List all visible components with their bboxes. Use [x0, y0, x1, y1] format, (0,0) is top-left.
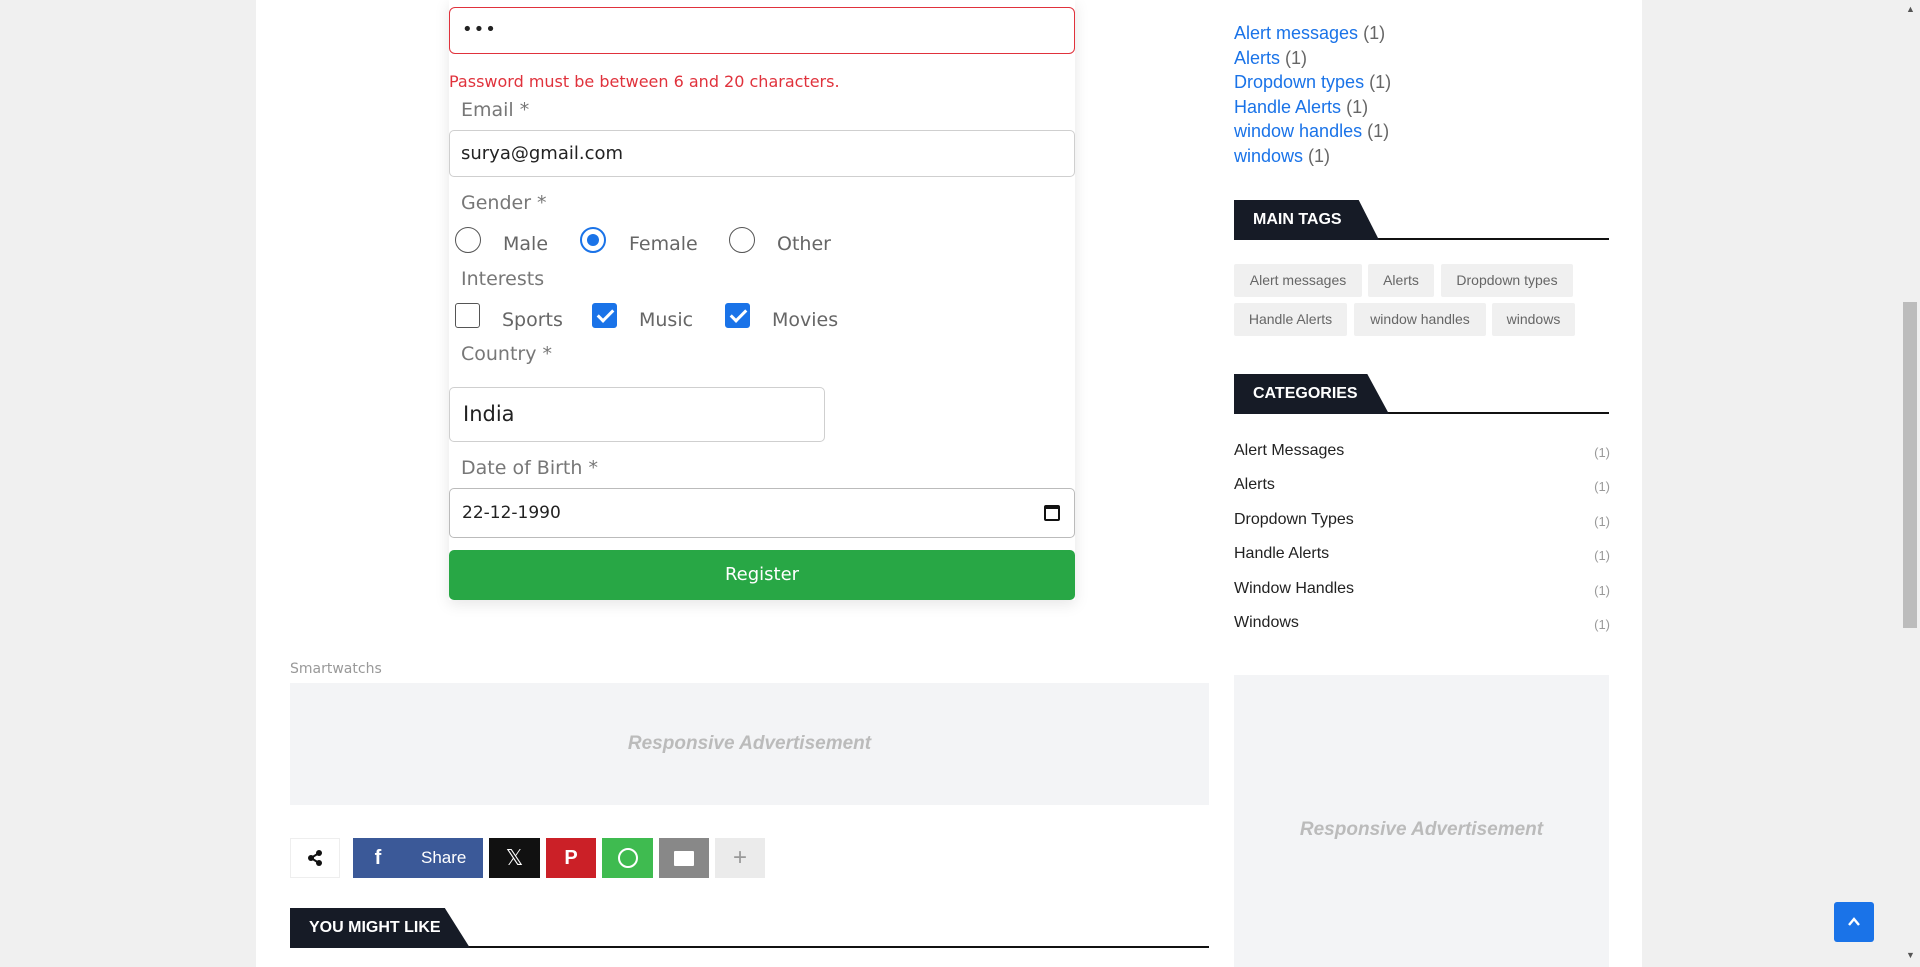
tag-link-name[interactable]: Alert messages — [1234, 23, 1358, 43]
interest-music-checkbox[interactable] — [592, 303, 617, 328]
scroll-up-arrow-icon[interactable]: ▲ — [1906, 4, 1915, 14]
email-input[interactable]: surya@gmail.com — [449, 130, 1075, 177]
interest-movies-checkbox[interactable] — [725, 303, 750, 328]
category-count: (1) — [1594, 548, 1610, 563]
password-input[interactable]: ••• — [449, 7, 1075, 54]
category-link[interactable]: Alerts — [1234, 476, 1275, 494]
category-link[interactable]: Alert Messages — [1234, 442, 1344, 460]
gender-female-radio[interactable] — [580, 227, 606, 253]
category-count: (1) — [1594, 583, 1610, 598]
tag-link-item[interactable]: Alert messages (1) — [1234, 23, 1385, 44]
tag-link-count: (1) — [1308, 146, 1331, 166]
dob-label: Date of Birth * — [461, 457, 598, 479]
calendar-icon[interactable] — [1044, 505, 1060, 521]
interest-sports-label: Sports — [502, 309, 563, 331]
tag-link-count: (1) — [1346, 97, 1369, 117]
gender-male-radio[interactable] — [455, 227, 481, 253]
x-icon: 𝕏 — [505, 845, 524, 870]
category-link[interactable]: Handle Alerts — [1234, 545, 1329, 563]
tag-link-name[interactable]: windows — [1234, 146, 1303, 166]
ad-label: Smartwatchs — [290, 661, 382, 677]
register-button[interactable]: Register — [449, 550, 1075, 600]
categories-title: CATEGORIES — [1234, 374, 1389, 414]
category-count: (1) — [1594, 617, 1610, 632]
more-share-button[interactable]: + — [715, 838, 765, 878]
main-tag-pill[interactable]: Dropdown types — [1441, 264, 1573, 297]
whatsapp-icon — [617, 848, 638, 868]
responsive-ad-sidebar: Responsive Advertisement — [1234, 675, 1609, 967]
share-icon[interactable] — [290, 838, 340, 878]
interest-movies-label: Movies — [772, 309, 839, 331]
tag-link-name[interactable]: Alerts — [1234, 48, 1280, 68]
main-tags-heading: MAIN TAGS — [1234, 200, 1609, 240]
tag-link-name[interactable]: Dropdown types — [1234, 72, 1364, 92]
email-icon — [674, 850, 694, 866]
gender-male-label: Male — [503, 233, 549, 255]
x-share-button[interactable]: 𝕏 — [489, 838, 540, 878]
main-tag-pill[interactable]: Alert messages — [1234, 264, 1362, 297]
interest-sports-checkbox[interactable] — [455, 303, 480, 328]
tag-link-count: (1) — [1369, 72, 1392, 92]
scrollbar-thumb[interactable] — [1903, 302, 1917, 628]
tag-link-count: (1) — [1363, 23, 1386, 43]
category-count: (1) — [1594, 479, 1610, 494]
category-count: (1) — [1594, 445, 1610, 460]
interests-label: Interests — [461, 268, 545, 290]
category-link[interactable]: Dropdown Types — [1234, 511, 1354, 529]
responsive-ad-main: Responsive Advertisement — [290, 683, 1209, 805]
pinterest-icon: P — [564, 846, 578, 869]
tag-link-item[interactable]: Dropdown types (1) — [1234, 72, 1391, 93]
country-label: Country * — [461, 343, 553, 365]
categories-heading: CATEGORIES — [1234, 374, 1609, 414]
facebook-icon: f — [374, 846, 382, 869]
category-count: (1) — [1594, 514, 1610, 529]
category-link[interactable]: Windows — [1234, 614, 1299, 632]
country-select[interactable]: India — [449, 387, 825, 442]
tag-link-name[interactable]: Handle Alerts — [1234, 97, 1341, 117]
main-tag-pill[interactable]: Handle Alerts — [1234, 303, 1347, 336]
you-might-like-title: YOU MIGHT LIKE — [290, 908, 470, 948]
interest-music-label: Music — [639, 309, 694, 331]
main-tag-pill[interactable]: windows — [1492, 303, 1575, 336]
tag-link-item[interactable]: Alerts (1) — [1234, 48, 1307, 69]
main-tag-pill[interactable]: window handles — [1354, 303, 1486, 336]
facebook-share-label: Share — [421, 848, 467, 867]
dob-input[interactable]: 22-12-1990 — [449, 488, 1075, 538]
chevron-up-icon — [1848, 917, 1860, 926]
tag-link-count: (1) — [1367, 121, 1390, 141]
main-tags-title: MAIN TAGS — [1234, 200, 1379, 240]
email-label: Email * — [461, 99, 530, 121]
category-link[interactable]: Window Handles — [1234, 580, 1354, 598]
you-might-like-heading: YOU MIGHT LIKE — [290, 908, 1209, 948]
tag-link-count: (1) — [1285, 48, 1308, 68]
gender-label: Gender * — [461, 192, 547, 214]
gender-other-radio[interactable] — [729, 227, 755, 253]
gender-other-label: Other — [777, 233, 831, 255]
main-tag-pill[interactable]: Alerts — [1368, 264, 1434, 297]
pinterest-share-button[interactable]: P — [546, 838, 596, 878]
tag-link-item[interactable]: windows (1) — [1234, 146, 1330, 167]
scroll-down-arrow-icon[interactable]: ▼ — [1906, 950, 1915, 960]
facebook-share-button[interactable]: f Share — [353, 838, 483, 878]
email-share-button[interactable] — [659, 838, 709, 878]
plus-icon: + — [732, 844, 747, 871]
whatsapp-share-button[interactable] — [602, 838, 653, 878]
tag-link-item[interactable]: window handles (1) — [1234, 121, 1389, 142]
tag-link-name[interactable]: window handles — [1234, 121, 1362, 141]
password-error-message: Password must be between 6 and 20 charac… — [449, 72, 840, 91]
gender-female-label: Female — [629, 233, 698, 255]
dob-value: 22-12-1990 — [462, 503, 561, 523]
scroll-to-top-button[interactable] — [1834, 902, 1874, 942]
tag-link-item[interactable]: Handle Alerts (1) — [1234, 97, 1368, 118]
